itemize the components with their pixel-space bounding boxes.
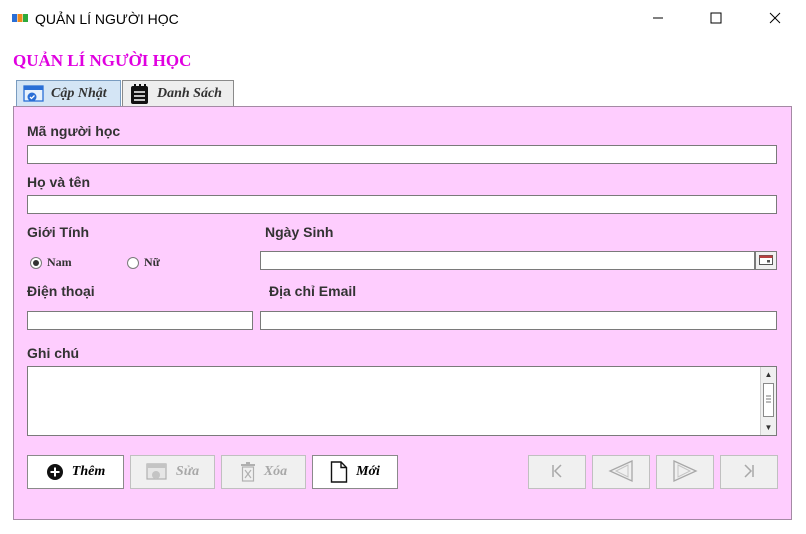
scroll-up-icon[interactable]: ▲: [761, 367, 776, 382]
window-title: QUẢN LÍ NGƯỜI HỌC: [35, 11, 179, 27]
scroll-thumb[interactable]: [763, 383, 774, 417]
student-id-label: Mã người học: [27, 123, 121, 139]
plus-circle-icon: [46, 463, 64, 481]
email-field[interactable]: [260, 311, 777, 330]
notepad-list-icon: [129, 83, 151, 105]
new-button[interactable]: Mới: [312, 455, 398, 489]
birth-date-label: Ngày Sinh: [265, 224, 334, 240]
tab-list-label: Danh Sách: [157, 85, 222, 101]
edit-button[interactable]: Sửa: [130, 455, 215, 489]
maximize-icon: [710, 12, 722, 27]
birth-date-field[interactable]: [260, 251, 755, 270]
new-button-label: Mới: [356, 464, 380, 479]
window-titlebar: QUẢN LÍ NGƯỜI HỌC: [0, 0, 806, 38]
last-record-icon: [741, 463, 757, 481]
form-heading: QUẢN LÍ NGƯỜI HỌC: [13, 51, 192, 70]
tab-list[interactable]: Danh Sách: [122, 80, 234, 106]
gender-male-label: Nam: [47, 255, 72, 269]
gender-radio-male[interactable]: Nam: [30, 255, 72, 270]
first-record-icon: [549, 463, 565, 481]
date-picker-button[interactable]: [755, 251, 777, 270]
new-document-icon: [330, 461, 348, 483]
gender-radio-female[interactable]: Nữ: [127, 255, 160, 270]
minimize-button[interactable]: [635, 0, 681, 38]
app-logo-icon: [12, 12, 28, 24]
phone-label: Điện thoại: [27, 283, 95, 299]
first-record-button[interactable]: [528, 455, 586, 489]
last-record-button[interactable]: [720, 455, 778, 489]
previous-record-button[interactable]: [592, 455, 650, 489]
maximize-button[interactable]: [693, 0, 739, 38]
full-name-label: Họ và tên: [27, 174, 91, 190]
radio-checked-icon: [30, 256, 42, 269]
edit-form-icon: [23, 84, 45, 104]
notes-label: Ghi chú: [27, 345, 80, 361]
email-label: Địa chỉ Email: [269, 283, 357, 299]
minimize-icon: [652, 12, 664, 27]
notes-scrollbar[interactable]: ▲ ▼: [760, 367, 776, 435]
tab-update-label: Cập Nhật: [51, 86, 107, 101]
tab-update[interactable]: Cập Nhật: [16, 80, 121, 107]
previous-record-icon: [607, 459, 635, 486]
next-record-button[interactable]: [656, 455, 714, 489]
edit-icon: [146, 462, 168, 482]
gender-female-label: Nữ: [144, 255, 160, 269]
radio-unchecked-icon: [127, 256, 139, 269]
scroll-down-icon[interactable]: ▼: [761, 420, 776, 435]
phone-field[interactable]: [27, 311, 253, 330]
next-record-icon: [671, 459, 699, 486]
close-button[interactable]: [752, 0, 798, 38]
edit-button-label: Sửa: [175, 464, 200, 479]
calendar-icon: [759, 253, 773, 268]
delete-button-label: Xóa: [263, 464, 288, 479]
student-id-field[interactable]: [27, 145, 777, 164]
notes-textarea[interactable]: ▲ ▼: [27, 366, 777, 436]
delete-button[interactable]: Xóa: [221, 455, 306, 489]
trash-icon: [240, 462, 256, 482]
add-button-label: Thêm: [71, 464, 106, 479]
close-icon: [769, 12, 781, 27]
add-button[interactable]: Thêm: [27, 455, 124, 489]
gender-label: Giới Tính: [27, 224, 90, 240]
full-name-field[interactable]: [27, 195, 777, 214]
